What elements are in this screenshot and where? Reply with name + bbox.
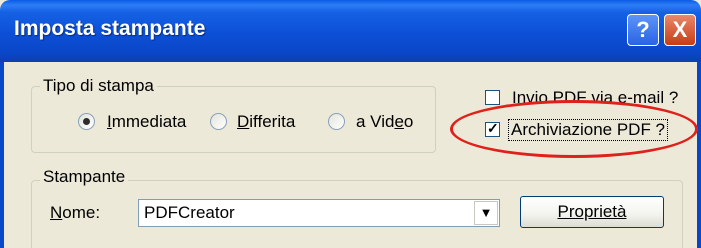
print-type-group-label: Tipo di stampa	[40, 76, 157, 96]
chevron-down-icon: ▼	[479, 205, 493, 220]
radio-label-differita[interactable]: Differita	[237, 112, 295, 132]
label-rest-immediata: mmediata	[111, 112, 187, 131]
window-title: Imposta stampante	[14, 17, 206, 40]
window-frame-right	[697, 62, 701, 248]
radio-a-video[interactable]	[328, 113, 345, 130]
dropdown-button[interactable]: ▼	[474, 201, 498, 225]
properties-button[interactable]: Proprietà	[520, 196, 664, 228]
highlight-annotation	[450, 100, 698, 158]
title-bar[interactable]: Imposta stampante ? X	[0, 0, 701, 62]
window-frame-left	[0, 62, 4, 248]
printer-name-label: Nome:	[50, 203, 101, 222]
radio-label-immediata[interactable]: Immediata	[107, 112, 186, 132]
close-icon: X	[672, 17, 688, 42]
radio-immediata[interactable]	[78, 113, 95, 130]
close-button[interactable]: X	[664, 14, 696, 46]
radio-selected-dot	[83, 118, 90, 125]
printer-group-label: Stampante	[40, 167, 129, 187]
help-icon: ?	[636, 17, 650, 42]
send-pdf-email-checkbox[interactable]	[485, 90, 500, 105]
printer-name-value: PDFCreator	[144, 203, 235, 222]
label-rest-differita: ifferita	[249, 112, 296, 131]
printer-name-select[interactable]: PDFCreator ▼	[138, 199, 500, 227]
radio-differita[interactable]	[210, 113, 227, 130]
properties-button-label: Proprietà	[557, 202, 627, 221]
radio-label-a-video[interactable]: a Video	[356, 112, 413, 132]
help-button[interactable]: ?	[627, 14, 659, 46]
